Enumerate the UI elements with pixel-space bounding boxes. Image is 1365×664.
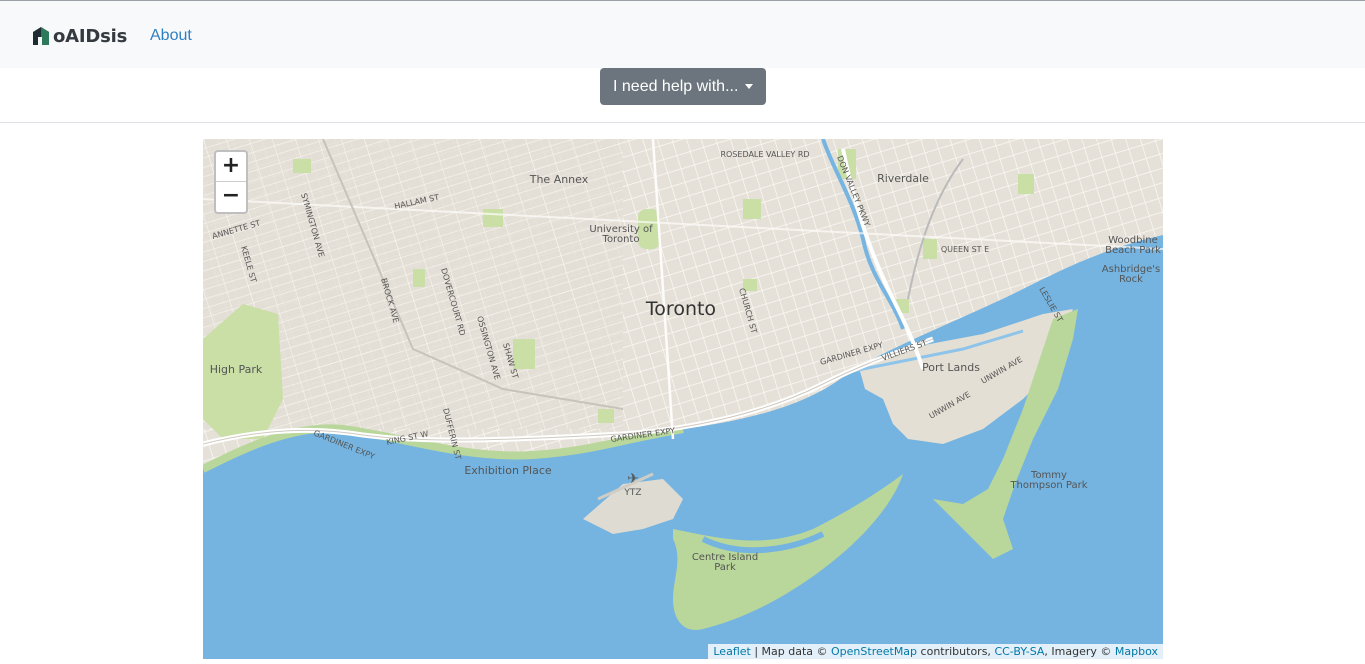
help-dropdown-button[interactable]: I need help with... bbox=[600, 68, 766, 105]
brand-name: oAIDsis bbox=[53, 25, 128, 47]
house-logo-icon bbox=[33, 27, 49, 45]
attrib-imagery: , Imagery © bbox=[1044, 645, 1115, 658]
help-dropdown-label: I need help with... bbox=[613, 77, 739, 95]
zoom-control: + − bbox=[214, 150, 248, 214]
map-tiles[interactable]: Toronto The Annex Riverdale University o… bbox=[203, 139, 1163, 659]
license-link[interactable]: CC-BY-SA bbox=[994, 645, 1044, 658]
caret-down-icon bbox=[745, 84, 753, 89]
attrib-contrib: contributors, bbox=[917, 645, 995, 658]
attrib-sep: | Map data © bbox=[750, 645, 832, 658]
label-ashbridge-2: Rock bbox=[1119, 274, 1143, 285]
nav-link-about[interactable]: About bbox=[150, 27, 192, 45]
zoom-out-button[interactable]: − bbox=[216, 182, 246, 212]
help-bar: I need help with... bbox=[0, 68, 1365, 123]
label-centre-2: Park bbox=[714, 562, 736, 573]
mapbox-link[interactable]: Mapbox bbox=[1115, 645, 1158, 658]
label-woodbine-2: Beach Park bbox=[1105, 245, 1161, 256]
brand-link[interactable]: oAIDsis bbox=[32, 23, 127, 49]
leaflet-link[interactable]: Leaflet bbox=[713, 645, 750, 658]
navbar: oAIDsis About bbox=[0, 1, 1365, 68]
label-exhibition: Exhibition Place bbox=[464, 464, 552, 477]
label-riverdale: Riverdale bbox=[877, 172, 929, 185]
label-ytz: YTZ bbox=[623, 488, 641, 498]
label-tommy-2: Thompson Park bbox=[1009, 480, 1087, 491]
label-annex: The Annex bbox=[529, 173, 589, 186]
airport-icon: ✈ bbox=[627, 471, 639, 487]
map-view[interactable]: Toronto The Annex Riverdale University o… bbox=[203, 139, 1163, 659]
label-portlands: Port Lands bbox=[922, 361, 980, 374]
map-attribution: Leaflet | Map data © OpenStreetMap contr… bbox=[708, 644, 1163, 659]
label-queen: QUEEN ST E bbox=[941, 245, 989, 254]
label-uoft-2: Toronto bbox=[602, 234, 640, 245]
label-highpark: High Park bbox=[210, 363, 263, 376]
zoom-in-button[interactable]: + bbox=[216, 152, 246, 182]
osm-link[interactable]: OpenStreetMap bbox=[831, 645, 917, 658]
label-toronto: Toronto bbox=[645, 298, 716, 320]
label-rosedale: ROSEDALE VALLEY RD bbox=[720, 150, 809, 159]
